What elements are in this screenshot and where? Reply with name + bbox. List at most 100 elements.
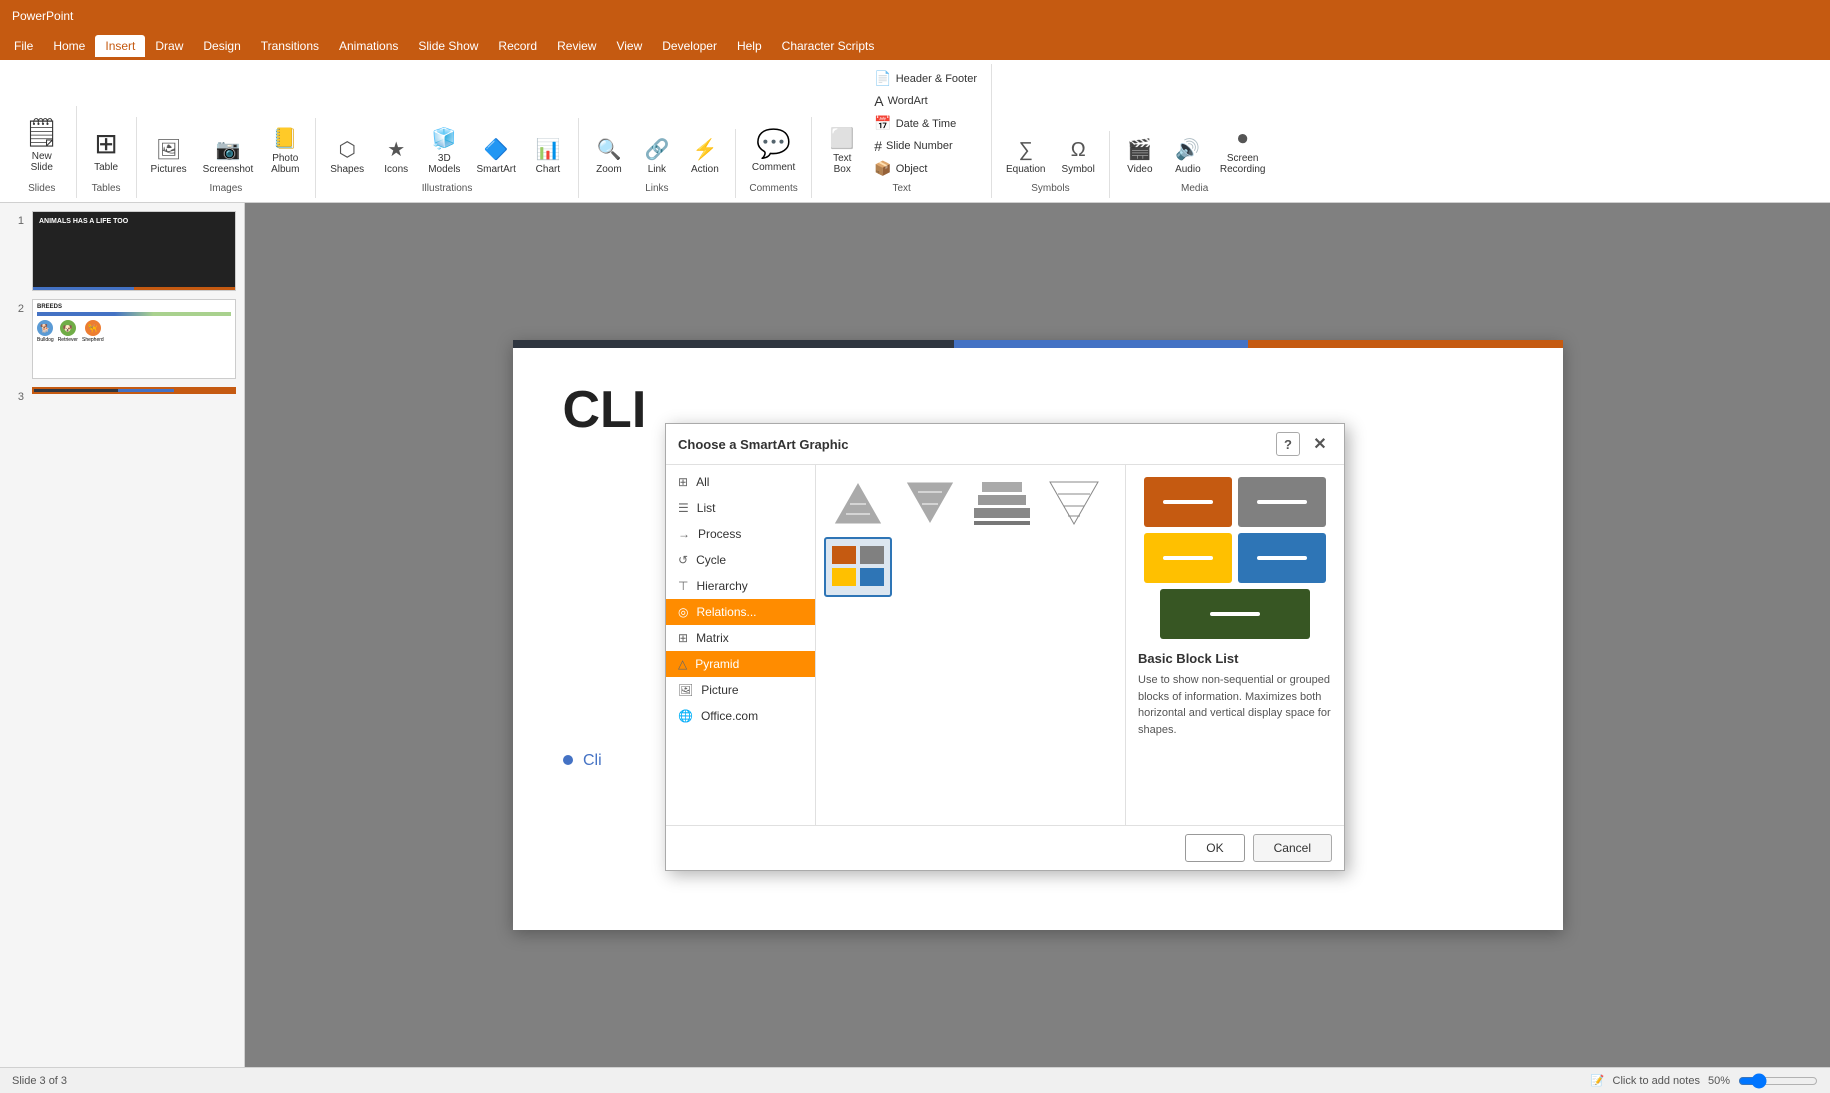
category-all-icon: ⊞: [678, 475, 688, 489]
ribbon-group-illustrations: ⬡ Shapes ★ Icons 🧊 3DModels 🔷 SmartArt 📊…: [316, 118, 579, 198]
category-pyramid[interactable]: △ Pyramid: [666, 651, 815, 677]
category-process[interactable]: → Process: [666, 521, 815, 547]
menu-file[interactable]: File: [4, 35, 43, 57]
equation-button[interactable]: ∑ Equation: [1000, 135, 1051, 179]
menu-design[interactable]: Design: [193, 35, 250, 57]
menu-transitions[interactable]: Transitions: [251, 35, 329, 57]
shapes-button[interactable]: ⬡ Shapes: [324, 133, 370, 179]
slide-info: Slide 3 of 3: [12, 1075, 67, 1087]
menu-record[interactable]: Record: [488, 35, 547, 57]
screen-recording-button[interactable]: ⏺ ScreenRecording: [1214, 124, 1272, 179]
dialog-title-bar: Choose a SmartArt Graphic ? ✕: [666, 424, 1344, 465]
category-picture-icon: 🖼: [678, 683, 693, 697]
equation-icon: ∑: [1019, 139, 1033, 162]
textbox-button[interactable]: ⬜ TextBox: [820, 122, 864, 179]
menu-draw[interactable]: Draw: [145, 35, 193, 57]
category-relations[interactable]: ◎ Relations...: [666, 599, 815, 625]
symbol-button[interactable]: Ω Symbol: [1056, 135, 1101, 179]
slide-thumb-1[interactable]: 1 ANIMALS HAS A LIFE TOO: [8, 211, 236, 291]
category-matrix-label: Matrix: [696, 631, 729, 645]
slide-preview-3[interactable]: [32, 387, 236, 394]
slide-preview-2[interactable]: BREEDS 🐕 Bulldog 🐶 Retriever 🦮: [32, 299, 236, 379]
slide-num-3: 3: [8, 391, 24, 403]
zoom-slider[interactable]: [1738, 1073, 1818, 1089]
category-officecom[interactable]: 🌐 Office.com: [666, 703, 815, 729]
menu-character-scripts[interactable]: Character Scripts: [772, 35, 885, 57]
dialog-graphics-grid: [816, 465, 1126, 825]
video-button[interactable]: 🎬 Video: [1118, 133, 1162, 179]
wordart-button[interactable]: A WordArt: [868, 91, 983, 111]
graphic-inverted-stacked[interactable]: [1040, 473, 1108, 533]
smartart-dialog: Choose a SmartArt Graphic ? ✕ ⊞ All ☰ Li: [665, 423, 1345, 871]
menu-animations[interactable]: Animations: [329, 35, 408, 57]
slide-preview-1[interactable]: ANIMALS HAS A LIFE TOO: [32, 211, 236, 291]
category-cycle[interactable]: ↺ Cycle: [666, 547, 815, 573]
dialog-cancel-button[interactable]: Cancel: [1253, 834, 1332, 862]
wordart-icon: A: [874, 93, 883, 109]
new-slide-button[interactable]: 🗒 NewSlide: [16, 110, 68, 179]
ribbon-group-text-label: Text: [892, 183, 910, 194]
status-bar: Slide 3 of 3 📝 Click to add notes 50%: [0, 1067, 1830, 1093]
graphic-basic-block-list[interactable]: [824, 537, 892, 597]
slide-thumb-3[interactable]: 3: [8, 387, 236, 403]
category-hierarchy[interactable]: ⊤ Hierarchy: [666, 573, 815, 599]
slide-top-bar: [513, 340, 1563, 348]
slide-thumb-2[interactable]: 2 BREEDS 🐕 Bulldog 🐶 Retriever: [8, 299, 236, 379]
screenshot-button[interactable]: 📷 Screenshot: [197, 133, 260, 179]
table-button[interactable]: ⊞ Table: [86, 121, 126, 179]
dialog-help-button[interactable]: ?: [1276, 432, 1300, 456]
slide-number-button[interactable]: # Slide Number: [868, 136, 983, 156]
category-hierarchy-icon: ⊤: [678, 579, 688, 593]
menu-view[interactable]: View: [606, 35, 652, 57]
dialog-close-button[interactable]: ✕: [1308, 432, 1332, 456]
graphic-pyramid-up[interactable]: [824, 473, 892, 533]
text-small-group: 📄 Header & Footer A WordArt 📅 Date & Tim…: [868, 68, 983, 179]
menu-developer[interactable]: Developer: [652, 35, 727, 57]
chart-button[interactable]: 📊 Chart: [526, 133, 570, 179]
notes-button[interactable]: 📝: [1591, 1074, 1605, 1087]
dialog-ok-button[interactable]: OK: [1185, 834, 1244, 862]
preview-line-1: [1163, 500, 1213, 504]
zoom-button[interactable]: 🔍 Zoom: [587, 133, 631, 179]
header-footer-button[interactable]: 📄 Header & Footer: [868, 68, 983, 89]
slide-main-title[interactable]: CLI: [563, 380, 647, 440]
category-all[interactable]: ⊞ All: [666, 469, 815, 495]
comment-button[interactable]: 💬 Comment: [744, 121, 803, 179]
preview-block-yellow: [1144, 533, 1232, 583]
ribbon-group-media: 🎬 Video 🔊 Audio ⏺ ScreenRecording Media: [1110, 120, 1280, 198]
graphic-pyramid-down[interactable]: [896, 473, 964, 533]
preview-line-5: [1210, 612, 1260, 616]
category-list-label: List: [697, 501, 716, 515]
audio-button[interactable]: 🔊 Audio: [1166, 133, 1210, 179]
action-button[interactable]: ⚡ Action: [683, 133, 727, 179]
menu-help[interactable]: Help: [727, 35, 772, 57]
graphic-stacked-pyramid[interactable]: [968, 473, 1036, 533]
slide-click-area[interactable]: Cli: [563, 752, 602, 770]
photo-album-button[interactable]: 📒 PhotoAlbum: [263, 122, 307, 179]
menu-home[interactable]: Home: [43, 35, 95, 57]
3d-models-button[interactable]: 🧊 3DModels: [422, 122, 466, 179]
category-picture[interactable]: 🖼 Picture: [666, 677, 815, 703]
date-time-button[interactable]: 📅 Date & Time: [868, 113, 983, 134]
menu-bar: File Home Insert Draw Design Transitions…: [0, 32, 1830, 60]
category-officecom-label: Office.com: [701, 709, 758, 723]
slide-number-icon: #: [874, 138, 882, 154]
ribbon-group-text: ⬜ TextBox 📄 Header & Footer A WordArt 📅 …: [812, 64, 992, 198]
ribbon-group-images-label: Images: [210, 183, 243, 194]
menu-review[interactable]: Review: [547, 35, 606, 57]
menu-insert[interactable]: Insert: [95, 35, 145, 57]
ribbon-group-slides: 🗒 NewSlide Slides: [8, 106, 77, 198]
category-list[interactable]: ☰ List: [666, 495, 815, 521]
category-matrix[interactable]: ⊞ Matrix: [666, 625, 815, 651]
screenshot-icon: 📷: [216, 137, 241, 162]
pictures-button[interactable]: 🖼 Pictures: [145, 133, 193, 179]
dialog-preview: Basic Block List Use to show non-sequent…: [1126, 465, 1344, 825]
icons-button[interactable]: ★ Icons: [374, 133, 418, 179]
link-button[interactable]: 🔗 Link: [635, 133, 679, 179]
notes-label[interactable]: Click to add notes: [1613, 1075, 1700, 1087]
preview-row-2: [1144, 533, 1326, 583]
object-button[interactable]: 📦 Object: [868, 158, 983, 179]
textbox-icon: ⬜: [830, 126, 855, 151]
menu-slideshow[interactable]: Slide Show: [408, 35, 488, 57]
smartart-button[interactable]: 🔷 SmartArt: [470, 133, 521, 179]
